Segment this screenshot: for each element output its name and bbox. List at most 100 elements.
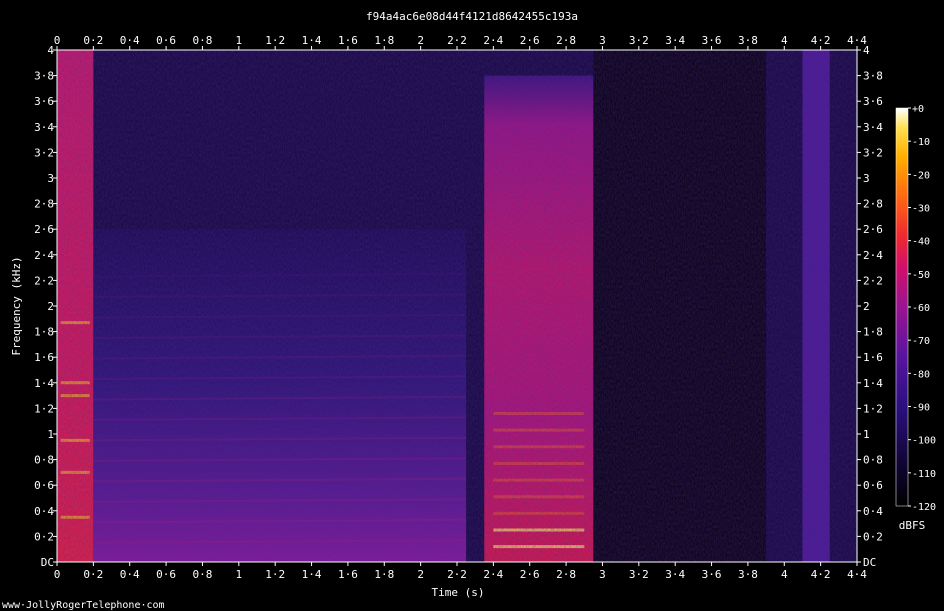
y-tick-label: 3·6 <box>863 95 883 108</box>
colorbar-tick-label: -40 <box>912 237 930 248</box>
x-tick-label: 4 <box>781 34 788 47</box>
colorbar-tick-label: -80 <box>912 369 930 380</box>
x-tick-label: 1·8 <box>374 568 394 581</box>
y-tick-label: 2·8 <box>863 198 883 211</box>
x-tick-label: 2·4 <box>483 568 503 581</box>
x-tick-label: 0·4 <box>120 568 140 581</box>
y-tick-label: 0·8 <box>34 454 54 467</box>
x-tick-label: 0·2 <box>83 34 103 47</box>
y-tick-label: 0·6 <box>34 479 54 492</box>
x-tick-label: 1 <box>236 34 243 47</box>
x-tick-label: 2·6 <box>520 34 540 47</box>
x-tick-label: 3·2 <box>629 34 649 47</box>
y-tick-label: 0·2 <box>863 530 883 543</box>
y-tick-label: 3·8 <box>34 70 54 83</box>
colorbar-tick-label: -90 <box>912 403 930 414</box>
y-tick-label: 1 <box>47 428 54 441</box>
colorbar-tick-label: -120 <box>912 502 936 513</box>
x-tick-label: 0 <box>54 568 61 581</box>
y-tick-label: 3·4 <box>863 121 883 134</box>
y-tick-label: 1·8 <box>34 326 54 339</box>
colorbar-tick-label: -30 <box>912 204 930 215</box>
x-tick-label: 3·8 <box>738 568 758 581</box>
y-tick-label: 1·2 <box>863 402 883 415</box>
y-tick-label: 0·4 <box>34 505 54 518</box>
y-tick-label: 1·4 <box>34 377 54 390</box>
y-tick-label: 2·6 <box>34 223 54 236</box>
noise-texture <box>57 50 857 562</box>
colorbar-tick-label: -70 <box>912 336 930 347</box>
x-tick-label: 3 <box>599 568 606 581</box>
x-tick-label: 0·8 <box>193 34 213 47</box>
x-tick-label: 3 <box>599 34 606 47</box>
y-tick-label: 3 <box>47 172 54 185</box>
y-axis-right: DC 0·2 0·4 0·6 0·8 1 1·2 1·4 1·6 1·8 2 2·2 2·4 2·6 2·8… <box>857 44 883 569</box>
x-tick-label: 0·8 <box>193 568 213 581</box>
x-tick-label: 4·2 <box>811 34 831 47</box>
y-tick-label: 2·4 <box>34 249 54 262</box>
x-tick-label: 3·6 <box>702 568 722 581</box>
y-tick-label: 1·6 <box>34 351 54 364</box>
x-tick-label: 0·6 <box>156 568 176 581</box>
y-tick-label: 0·8 <box>863 454 883 467</box>
colorbar-tick-label: -20 <box>912 170 930 181</box>
x-axis-label: Time (s) <box>432 586 485 599</box>
x-tick-label: 4 <box>781 568 788 581</box>
x-tick-label: 2·2 <box>447 34 467 47</box>
y-tick-label: 2·2 <box>34 274 54 287</box>
x-tick-label: 2·6 <box>520 568 540 581</box>
y-tick-label: 2·8 <box>34 198 54 211</box>
x-tick-label: 2·8 <box>556 568 576 581</box>
x-axis-bottom: 0 0·2 0·4 0·6 0·8 1 1·2 1·4 1·6 1·8 2 2·2 2·4 2·6 2·8 3… <box>54 562 867 581</box>
x-tick-label: 1·4 <box>302 34 322 47</box>
x-tick-label: 2·2 <box>447 568 467 581</box>
y-axis-left: DC 0·2 0·4 0·6 0·8 1 1·2 1·4 1·6 1·8 2 2·2 2·4 2·6 2·8… <box>34 44 57 569</box>
x-tick-label: 3·4 <box>665 568 685 581</box>
colorbar-gradient <box>895 107 909 507</box>
y-tick-label: 0·6 <box>863 479 883 492</box>
colorbar-tick-label: -110 <box>912 469 936 480</box>
y-tick-label: 2·6 <box>863 223 883 236</box>
y-tick-label: 2·4 <box>863 249 883 262</box>
y-tick-label: 3·4 <box>34 121 54 134</box>
x-tick-label: 1·6 <box>338 568 358 581</box>
plot-area <box>57 50 857 562</box>
y-tick-label: DC <box>863 556 876 569</box>
y-tick-label: DC <box>41 556 54 569</box>
y-axis-label: Frequency (kHz) <box>10 256 23 355</box>
y-tick-label: 1·2 <box>34 402 54 415</box>
x-tick-label: 3·8 <box>738 34 758 47</box>
y-tick-label: 1·4 <box>863 377 883 390</box>
y-tick-label: 3·2 <box>863 146 883 159</box>
x-tick-label: 2·4 <box>483 34 503 47</box>
y-tick-label: 4 <box>863 44 870 57</box>
x-tick-label: 1·8 <box>374 34 394 47</box>
footer-credit: www·JollyRogerTelephone·com <box>2 600 165 611</box>
colorbar-tick-label: -50 <box>912 270 930 281</box>
y-tick-label: 1 <box>863 428 870 441</box>
x-tick-label: 4·2 <box>811 568 831 581</box>
colorbar-label: dBFS <box>899 519 926 532</box>
x-tick-label: 1·2 <box>265 34 285 47</box>
colorbar-tick-label: -10 <box>912 137 930 148</box>
colorbar: +0 -10 -20 -30 -40 -50 -60 -70 -80 -90 -100 -110 -12… <box>895 104 936 513</box>
y-tick-label: 1·6 <box>863 351 883 364</box>
y-tick-label: 1·8 <box>863 326 883 339</box>
y-tick-label: 4 <box>47 44 54 57</box>
x-tick-label: 2 <box>417 34 424 47</box>
y-tick-label: 2·2 <box>863 274 883 287</box>
chart-title: f94a4ac6e08d44f4121d8642455c193a <box>366 10 578 23</box>
x-tick-label: 2·8 <box>556 34 576 47</box>
x-tick-label: 0 <box>54 34 61 47</box>
colorbar-tick-label: +0 <box>912 104 924 115</box>
y-tick-label: 2 <box>47 300 54 313</box>
x-tick-label: 1 <box>236 568 243 581</box>
y-tick-label: 3·2 <box>34 146 54 159</box>
x-tick-label: 1·4 <box>302 568 322 581</box>
x-tick-label: 1·2 <box>265 568 285 581</box>
x-tick-label: 2 <box>417 568 424 581</box>
colorbar-tick-label: -60 <box>912 303 930 314</box>
y-tick-label: 0·4 <box>863 505 883 518</box>
colorbar-tick-label: -100 <box>912 436 936 447</box>
x-tick-label: 0·6 <box>156 34 176 47</box>
